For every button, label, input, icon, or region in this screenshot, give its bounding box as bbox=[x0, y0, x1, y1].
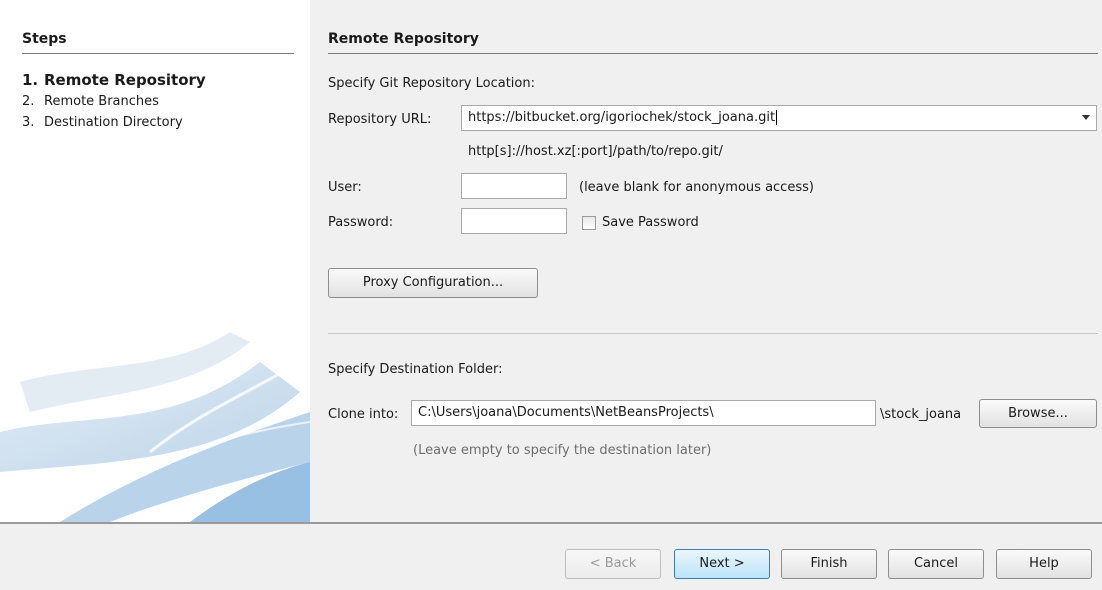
save-password-label: Save Password bbox=[602, 215, 699, 230]
user-field[interactable] bbox=[461, 173, 567, 199]
clone-into-field[interactable]: C:\Users\joana\Documents\NetBeansProject… bbox=[411, 400, 876, 426]
user-label: User: bbox=[328, 180, 362, 195]
specify-destination-label: Specify Destination Folder: bbox=[328, 362, 503, 377]
step-number: 3. bbox=[22, 115, 35, 130]
cancel-button[interactable]: Cancel bbox=[888, 549, 984, 579]
password-label: Password: bbox=[328, 215, 394, 230]
proxy-configuration-button[interactable]: Proxy Configuration... bbox=[328, 268, 538, 298]
destination-hint: (Leave empty to specify the destination … bbox=[413, 443, 712, 458]
password-field[interactable] bbox=[461, 208, 567, 234]
browse-button[interactable]: Browse... bbox=[979, 399, 1097, 428]
step-label: Destination Directory bbox=[44, 115, 183, 130]
step-label: Remote Repository bbox=[44, 71, 206, 89]
help-button[interactable]: Help bbox=[996, 549, 1092, 579]
specify-location-label: Specify Git Repository Location: bbox=[328, 76, 535, 91]
clone-suffix: \stock_joana bbox=[880, 407, 962, 422]
section-divider bbox=[328, 333, 1098, 334]
step-label: Remote Branches bbox=[44, 94, 159, 109]
url-format-hint: http[s]://host.xz[:port]/path/to/repo.gi… bbox=[468, 144, 723, 159]
step-remote-branches: 2. Remote Branches bbox=[22, 94, 159, 109]
steps-title: Steps bbox=[22, 31, 67, 47]
finish-button[interactable]: Finish bbox=[781, 549, 877, 579]
repository-url-combobox[interactable]: https://bitbucket.org/igoriochek/stock_j… bbox=[461, 105, 1097, 131]
step-destination-directory: 3. Destination Directory bbox=[22, 115, 183, 130]
repository-url-label: Repository URL: bbox=[328, 112, 432, 127]
footer-divider bbox=[0, 522, 1102, 524]
decorative-wave-graphic bbox=[0, 332, 310, 522]
step-remote-repository: 1. Remote Repository bbox=[22, 71, 206, 89]
next-button[interactable]: Next > bbox=[674, 549, 770, 579]
text-cursor bbox=[776, 110, 778, 125]
save-password-checkbox[interactable] bbox=[582, 216, 596, 230]
steps-panel: Steps 1. Remote Repository 2. Remote Branc… bbox=[0, 0, 310, 522]
repository-url-value: https://bitbucket.org/igoriochek/stock_j… bbox=[468, 110, 776, 125]
step-number: 2. bbox=[22, 94, 35, 109]
steps-divider bbox=[22, 53, 294, 54]
back-button[interactable]: < Back bbox=[565, 549, 661, 579]
user-hint: (leave blank for anonymous access) bbox=[579, 180, 814, 195]
panel-title: Remote Repository bbox=[328, 31, 479, 47]
step-number: 1. bbox=[22, 71, 39, 89]
clone-into-label: Clone into: bbox=[328, 407, 399, 422]
panel-title-divider bbox=[328, 53, 1098, 54]
chevron-down-icon[interactable] bbox=[1082, 115, 1090, 120]
